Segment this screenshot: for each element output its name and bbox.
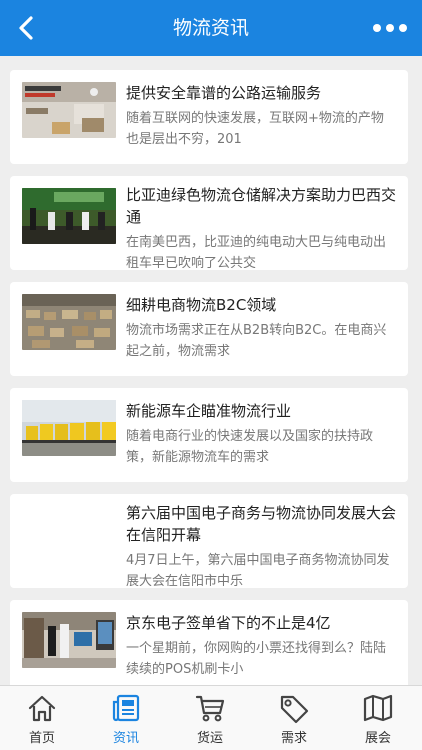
page-title: 物流资讯 — [172, 17, 249, 39]
tab-demand[interactable]: 需求 — [252, 686, 336, 750]
article-card[interactable]: 细耕电商物流B2C领域 物流市场需求正在从B2B转向B2C。在电商兴起之前，物流… — [10, 282, 408, 376]
article-card[interactable]: 提供安全靠谱的公路运输服务 随着互联网的快速发展，互联网+物流的产物也是层出不穷… — [10, 70, 408, 164]
article-summary: 随着互联网的快速发展，互联网+物流的产物也是层出不穷，201 — [126, 111, 384, 147]
article-card[interactable]: 第六届中国电子商务与物流协同发展大会在信阳开幕 4月7日上午，第六届中国电子商务… — [10, 494, 408, 588]
article-thumbnail — [22, 188, 116, 244]
article-title: 细耕电商物流B2C领域 — [126, 296, 277, 314]
tab-label: 资讯 — [112, 731, 139, 746]
article-summary: 4月7日上午，第六届中国电子商务物流协同发展大会在信阳市中乐 — [126, 553, 390, 586]
article-card[interactable]: 京东电子签单省下的不止是4亿 一个星期前，你网购的小票还找得到么？陆陆续续的PO… — [10, 600, 408, 686]
bottom-tab-bar: 首页 资讯 货运 需求 展会 — [0, 685, 422, 750]
home-icon — [28, 695, 56, 722]
tab-news[interactable]: 资讯 — [84, 686, 168, 750]
tab-freight[interactable]: 货运 — [168, 686, 252, 750]
article-card[interactable]: 新能源车企瞄准物流行业 随着电商行业的快速发展以及国家的扶持政策，新能源物流车的… — [10, 388, 408, 482]
article-title: 比亚迪绿色物流仓储解决方案助力巴西交通 — [126, 186, 396, 226]
article-title: 京东电子签单省下的不止是4亿 — [126, 614, 331, 632]
article-list[interactable]: 提供安全靠谱的公路运输服务 随着互联网的快速发展，互联网+物流的产物也是层出不穷… — [0, 56, 422, 686]
tab-label: 展会 — [364, 731, 391, 746]
map-icon — [363, 694, 393, 722]
article-thumbnail — [22, 400, 116, 456]
tab-label: 首页 — [28, 731, 55, 746]
more-dots-icon — [373, 24, 407, 32]
article-summary: 物流市场需求正在从B2B转向B2C。在电商兴起之前，物流需求 — [126, 323, 387, 359]
article-card[interactable]: 比亚迪绿色物流仓储解决方案助力巴西交通 在南美巴西，比亚迪的纯电动大巴与纯电动出… — [10, 176, 408, 270]
more-button[interactable] — [370, 14, 410, 42]
article-title: 提供安全靠谱的公路运输服务 — [126, 84, 322, 102]
article-thumbnail — [22, 612, 116, 668]
tab-home[interactable]: 首页 — [0, 686, 84, 750]
top-bar: 物流资讯 — [0, 0, 422, 56]
article-title: 第六届中国电子商务与物流协同发展大会在信阳开幕 — [126, 504, 396, 544]
article-summary: 在南美巴西，比亚迪的纯电动大巴与纯电动出租车早已吹响了公共交 — [126, 235, 387, 268]
article-summary: 随着电商行业的快速发展以及国家的扶持政策，新能源物流车的需求 — [126, 429, 374, 465]
news-icon — [112, 694, 140, 722]
tab-exhibition[interactable]: 展会 — [336, 686, 420, 750]
tab-label: 货运 — [196, 731, 223, 746]
article-thumbnail — [22, 82, 116, 138]
article-thumbnail — [22, 294, 116, 350]
tab-label: 需求 — [280, 731, 307, 746]
article-summary: 一个星期前，你网购的小票还找得到么？陆陆续续的POS机刷卡小 — [126, 641, 387, 677]
article-title: 新能源车企瞄准物流行业 — [126, 402, 292, 420]
tag-icon — [280, 695, 309, 724]
cart-icon — [195, 695, 225, 722]
